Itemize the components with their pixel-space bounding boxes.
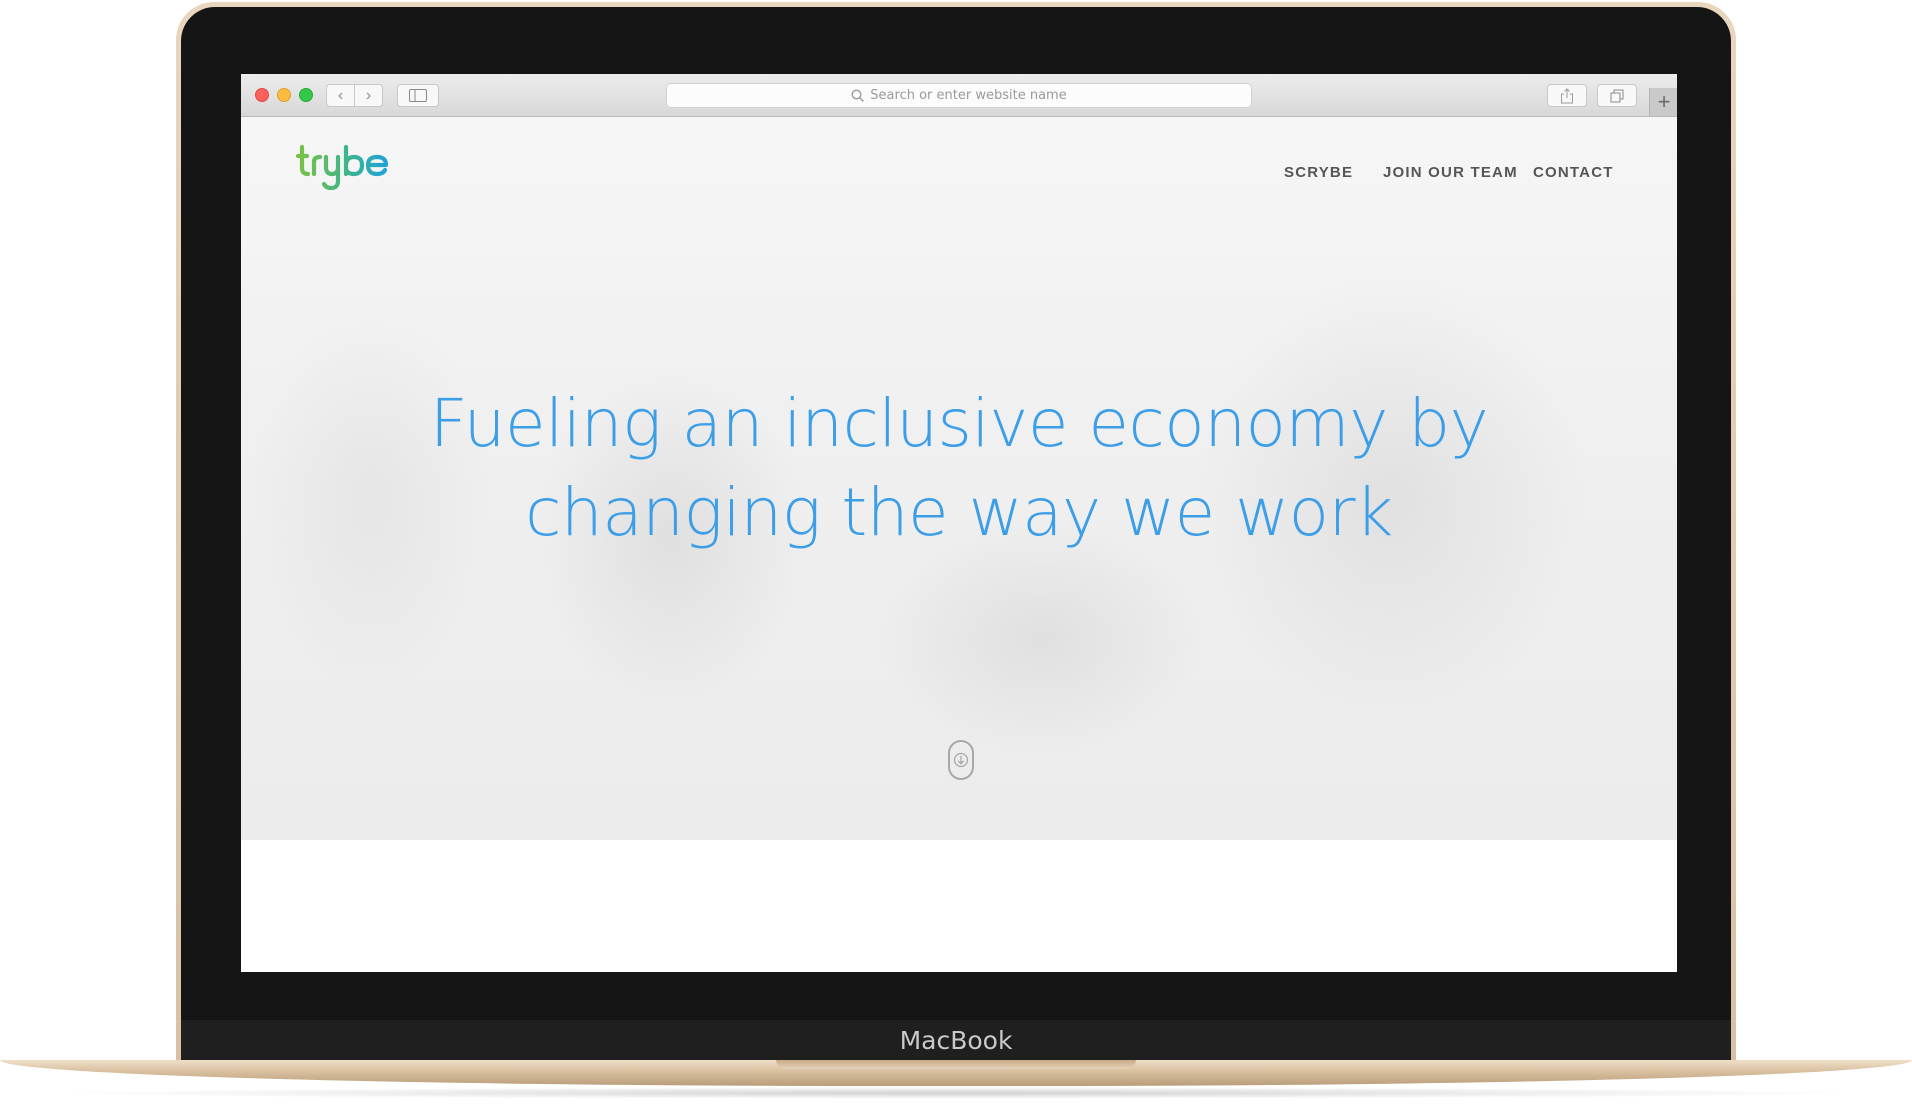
trybe-logo[interactable]	[296, 143, 396, 193]
content-section	[241, 840, 1677, 972]
share-icon	[1561, 87, 1573, 103]
sidebar-icon	[409, 89, 427, 102]
screen: ‹ › Search or enter website name + SCRYB…	[241, 74, 1677, 972]
hero-headline-line1: Fueling an inclusive economy by	[429, 385, 1489, 462]
show-tabs-button[interactable]	[1597, 84, 1637, 107]
scroll-down-icon	[953, 752, 969, 768]
nav-link-join-our-team[interactable]: JOIN OUR TEAM	[1383, 164, 1518, 181]
nav-link-scrybe[interactable]: SCRYBE	[1284, 164, 1353, 181]
laptop-notch	[776, 1060, 1136, 1069]
laptop-base	[0, 1060, 1912, 1100]
minimize-window-button[interactable]	[277, 88, 291, 102]
browser-toolbar: ‹ › Search or enter website name +	[241, 74, 1677, 117]
scroll-down-button[interactable]	[948, 740, 974, 780]
nav-link-contact[interactable]: CONTACT	[1533, 164, 1614, 181]
tabs-icon	[1610, 89, 1624, 102]
hero-headline-line2: changing the way we work	[525, 474, 1393, 551]
new-tab-button[interactable]: +	[1649, 88, 1677, 116]
hero-section: SCRYBE JOIN OUR TEAM CONTACT Fueling an …	[241, 117, 1677, 840]
zoom-window-button[interactable]	[299, 88, 313, 102]
laptop-shadow	[40, 1087, 1872, 1099]
address-bar[interactable]: Search or enter website name	[666, 83, 1252, 108]
close-window-button[interactable]	[255, 88, 269, 102]
address-placeholder: Search or enter website name	[870, 88, 1067, 103]
search-icon	[851, 89, 865, 102]
forward-button[interactable]: ›	[354, 84, 383, 107]
share-button[interactable]	[1547, 84, 1587, 107]
back-button[interactable]: ‹	[326, 84, 355, 107]
device-brand-label: MacBook	[899, 1026, 1013, 1055]
sidebar-toggle-button[interactable]	[397, 84, 439, 107]
